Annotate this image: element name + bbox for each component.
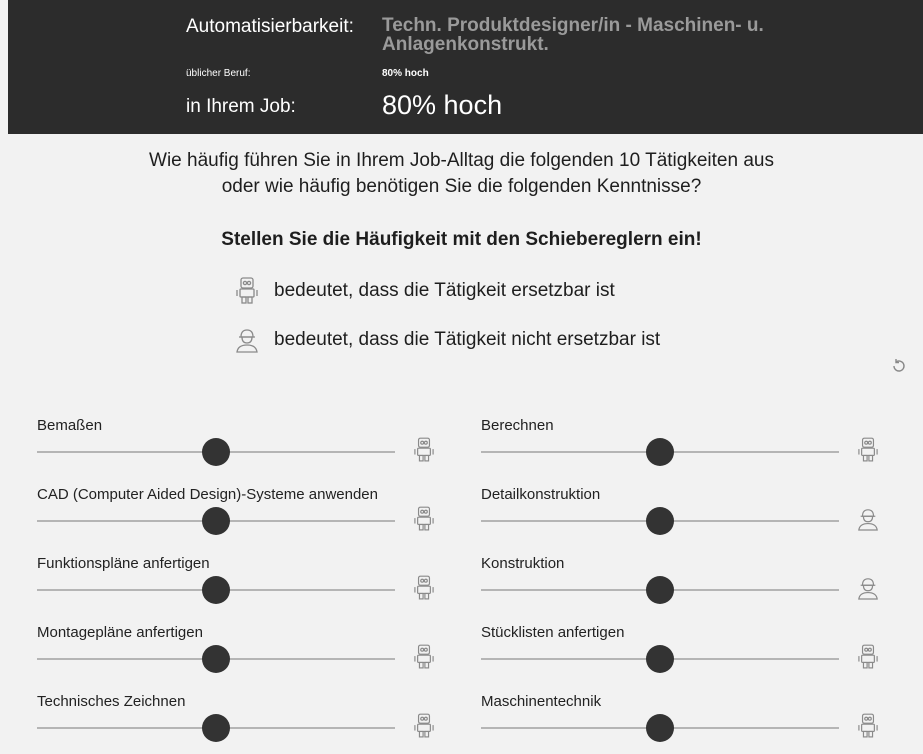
automation-label: Automatisierbarkeit:	[186, 16, 354, 37]
usual-job-value: 80% hoch	[382, 68, 429, 79]
slider-thumb[interactable]	[202, 714, 230, 742]
slider-label: Stücklisten anfertigen	[481, 624, 625, 641]
reset-icon[interactable]	[889, 356, 909, 376]
slider-thumb[interactable]	[646, 645, 674, 673]
robot-icon	[413, 502, 435, 536]
slider-label: Montagepläne anfertigen	[37, 624, 203, 641]
slider-label: Detailkonstruktion	[481, 486, 601, 503]
slider-thumb[interactable]	[646, 438, 674, 466]
robot-icon	[857, 640, 879, 674]
robot-icon	[413, 709, 435, 743]
legend-human-text: bedeutet, dass die Tätigkeit nicht erset…	[274, 329, 661, 350]
slider-1: Bemaßen	[37, 417, 447, 477]
slider-label: Bemaßen	[37, 417, 103, 434]
robot-icon	[857, 433, 879, 467]
slider-thumb[interactable]	[202, 438, 230, 466]
your-job-value: 80% hoch	[382, 90, 503, 120]
slider-7: Montagepläne anfertigen	[37, 624, 447, 684]
slider-thumb[interactable]	[646, 576, 674, 604]
instruction: Stellen Sie die Häufigkeit mit den Schie…	[221, 229, 702, 250]
question-line-2: oder wie häufig benötigen Sie die folgen…	[221, 176, 702, 197]
slider-thumb[interactable]	[646, 714, 674, 742]
slider-label: CAD (Computer Aided Design)-Systeme anwe…	[37, 486, 378, 503]
question-line-1: Wie häufig führen Sie in Ihrem Job-Allta…	[149, 150, 774, 171]
slider-label: Konstruktion	[481, 555, 565, 572]
slider-5: Funktionspläne anfertigen	[37, 555, 447, 615]
human-icon	[857, 571, 879, 605]
automation-header: Automatisierbarkeit: Techn. Produktdesig…	[8, 0, 923, 134]
robot-icon	[413, 571, 435, 605]
slider-thumb[interactable]	[646, 507, 674, 535]
slider-4: Detailkonstruktion	[481, 486, 891, 546]
slider-thumb[interactable]	[202, 507, 230, 535]
job-title: Techn. Produktdesigner/in - Maschinen- u…	[382, 15, 764, 55]
slider-3: CAD (Computer Aided Design)-Systeme anwe…	[37, 486, 447, 546]
human-icon	[857, 502, 879, 536]
slider-2: Berechnen	[481, 417, 891, 477]
slider-thumb[interactable]	[202, 645, 230, 673]
legend-robot-text: bedeutet, dass die Tätigkeit ersetzbar i…	[274, 280, 615, 301]
slider-thumb[interactable]	[202, 576, 230, 604]
robot-icon	[413, 640, 435, 674]
slider-9: Technisches Zeichnen	[37, 693, 447, 753]
human-icon	[234, 325, 260, 355]
robot-icon	[857, 709, 879, 743]
slider-label: Technisches Zeichnen	[37, 693, 186, 710]
usual-job-label: üblicher Beruf:	[186, 68, 251, 79]
slider-label: Funktionspläne anfertigen	[37, 555, 210, 572]
legend-robot: bedeutet, dass die Tätigkeit ersetzbar i…	[234, 276, 615, 306]
robot-icon	[413, 433, 435, 467]
your-job-label: in Ihrem Job:	[186, 96, 296, 117]
slider-label: Berechnen	[481, 417, 554, 434]
robot-icon	[234, 276, 260, 306]
slider-6: Konstruktion	[481, 555, 891, 615]
slider-10: Maschinentechnik	[481, 693, 891, 753]
slider-label: Maschinentechnik	[481, 693, 602, 710]
slider-8: Stücklisten anfertigen	[481, 624, 891, 684]
legend-human: bedeutet, dass die Tätigkeit nicht erset…	[234, 325, 660, 355]
